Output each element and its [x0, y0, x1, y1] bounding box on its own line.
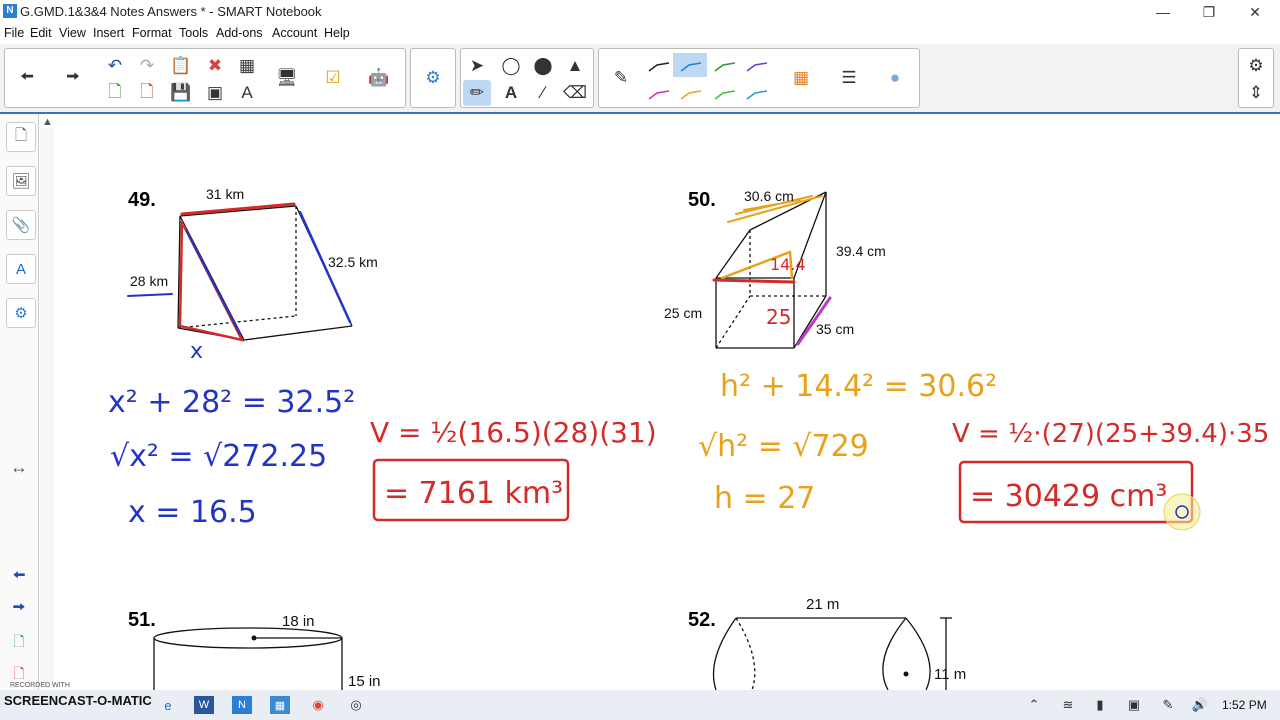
sidebar-add-page-icon[interactable]: 🗋: [5, 630, 33, 656]
toolbar-group-page: 🠨 🠪 ↶ ↷ 📋 ✖ ▦ 🗋 🗋 💾 ▣ A​ 🖥 ☑ 🤖: [4, 48, 406, 108]
network-icon[interactable]: ≊: [1058, 696, 1078, 714]
shapes-icon[interactable]: ⬤: [529, 53, 557, 79]
word-icon[interactable]: W: [194, 696, 214, 714]
pen-swatch-purple: [746, 62, 768, 72]
toolbar: 🠨 🠪 ↶ ↷ 📋 ✖ ▦ 🗋 🗋 💾 ▣ A​ 🖥 ☑ 🤖 ⚙ ➤ ◯ ⬤ ▲…: [0, 44, 1280, 114]
add-page-icon[interactable]: 🗋: [101, 80, 129, 106]
volume-icon[interactable]: 🔊: [1190, 696, 1210, 714]
notebook-canvas[interactable]: [40, 114, 1280, 690]
menu-view[interactable]: View: [59, 26, 86, 40]
pen-swatch-teal: [746, 90, 768, 100]
toolbar-group-pens: ✎ ▦ ☰ ●: [598, 48, 920, 108]
properties-icon[interactable]: A: [6, 254, 36, 284]
text-tool-icon[interactable]: A: [497, 80, 525, 106]
menu-account[interactable]: Account: [272, 26, 317, 40]
redo-icon[interactable]: ↷: [133, 53, 161, 79]
text-recognition-icon[interactable]: A​: [233, 80, 261, 106]
sidebar-next-page-icon[interactable]: 🠪: [5, 596, 33, 622]
undo-icon[interactable]: ↶: [101, 53, 129, 79]
side-tab-bar: 🗋 🖼 📎 A ⚙ ↔ 🠨 🠪 🗋 🗋: [0, 114, 39, 690]
minimize-button[interactable]: —: [1148, 2, 1178, 22]
pen-icon[interactable]: ✎: [607, 65, 635, 91]
addon-icon[interactable]: 🤖: [365, 65, 393, 91]
resize-sidebar-icon[interactable]: ↔: [5, 454, 33, 480]
screencast-o-matic-logo: SCREENCAST-O-MATIC: [4, 693, 152, 708]
menu-edit[interactable]: Edit: [30, 26, 52, 40]
activity-icon[interactable]: ☑: [319, 65, 347, 91]
next-page-button[interactable]: 🠪: [59, 65, 87, 91]
tablet-icon[interactable]: ▣: [1124, 696, 1144, 714]
toolbar-group-puzzle: ⚙: [410, 48, 456, 108]
table-icon[interactable]: ▦: [233, 53, 261, 79]
edge-icon[interactable]: e: [158, 696, 178, 714]
pen-swatch-green: [714, 62, 736, 72]
delete-icon[interactable]: ✖: [201, 53, 229, 79]
vertical-scrollbar[interactable]: [40, 128, 54, 688]
pen-swatch-black: [648, 62, 670, 72]
gear-icon[interactable]: ⚙: [1242, 53, 1270, 79]
recorded-with-watermark: RECORDED WITH: [10, 682, 70, 689]
pen-workspace-icon[interactable]: ✎: [1158, 696, 1178, 714]
taskbar: SCREENCAST-O-MATIC e W N ▦ ◉ ◎ ⌃ ≊ ▮ ▣ ✎…: [0, 690, 1280, 720]
menu-file[interactable]: File: [4, 26, 24, 40]
pen-color-swatches[interactable]: [643, 49, 783, 107]
screen-capture-icon[interactable]: 🖥: [273, 65, 301, 91]
pen-tool-icon[interactable]: ✏: [463, 80, 491, 106]
smart-notebook-app-icon: N: [3, 4, 17, 18]
previous-page-button[interactable]: 🠨: [13, 65, 41, 91]
chrome-icon[interactable]: ◉: [308, 696, 328, 714]
close-button[interactable]: ✕: [1240, 2, 1270, 22]
save-icon[interactable]: 💾: [167, 80, 195, 106]
menu-bar: File Edit View Insert Format Tools Add-o…: [0, 24, 1280, 44]
gallery-icon[interactable]: 🖼: [6, 166, 36, 196]
delete-page-icon[interactable]: 🗋: [133, 80, 161, 106]
paste-icon[interactable]: 📋: [167, 53, 195, 79]
menu-format[interactable]: Format: [132, 26, 172, 40]
recorder-taskbar-icon[interactable]: ◎: [346, 696, 366, 714]
battery-icon[interactable]: ▮: [1090, 696, 1110, 714]
screen-shade-icon[interactable]: ▣: [201, 80, 229, 106]
line-tool-icon[interactable]: ∕: [529, 80, 557, 106]
restore-button[interactable]: ❐: [1194, 2, 1224, 22]
eraser-icon[interactable]: ⌫: [561, 80, 589, 106]
show-hidden-icons[interactable]: ⌃: [1024, 696, 1044, 714]
move-toolbar-icon[interactable]: ⇕: [1242, 80, 1270, 106]
shape-pen-icon[interactable]: ◯: [497, 53, 525, 79]
window-title: G.GMD.1&3&4 Notes Answers * - SMART Note…: [20, 4, 322, 19]
attachments-icon[interactable]: 📎: [6, 210, 36, 240]
toolbar-group-select: ➤ ◯ ⬤ ▲ ✏ A ∕ ⌫: [460, 48, 594, 108]
color-palette-icon[interactable]: ▦: [787, 65, 815, 91]
puzzle-icon[interactable]: ⚙: [419, 65, 447, 91]
smart-notebook-taskbar-icon[interactable]: N: [232, 696, 252, 714]
fill-icon[interactable]: ▲: [561, 53, 589, 79]
taskbar-clock[interactable]: 1:52 PM: [1222, 698, 1267, 712]
fill-effects-icon[interactable]: ●: [881, 65, 909, 91]
title-bar: N G.GMD.1&3&4 Notes Answers * - SMART No…: [0, 0, 1280, 24]
menu-insert[interactable]: Insert: [93, 26, 124, 40]
pen-swatch-pink: [648, 90, 670, 100]
toolbar-group-settings: ⚙ ⇕: [1238, 48, 1274, 108]
scroll-up-icon[interactable]: ▲: [42, 116, 53, 128]
pen-swatch-lightgreen: [714, 90, 736, 100]
line-style-icon[interactable]: ☰: [835, 65, 863, 91]
app-taskbar-icon[interactable]: ▦: [270, 696, 290, 714]
menu-addons[interactable]: Add-ons: [216, 26, 263, 40]
menu-help[interactable]: Help: [324, 26, 350, 40]
addons-puzzle-icon[interactable]: ⚙: [6, 298, 36, 328]
menu-tools[interactable]: Tools: [179, 26, 208, 40]
sidebar-prev-page-icon[interactable]: 🠨: [5, 564, 33, 590]
pen-swatch-orange: [680, 90, 702, 100]
select-arrow-icon[interactable]: ➤: [463, 53, 491, 79]
page-sorter-icon[interactable]: 🗋: [6, 122, 36, 152]
